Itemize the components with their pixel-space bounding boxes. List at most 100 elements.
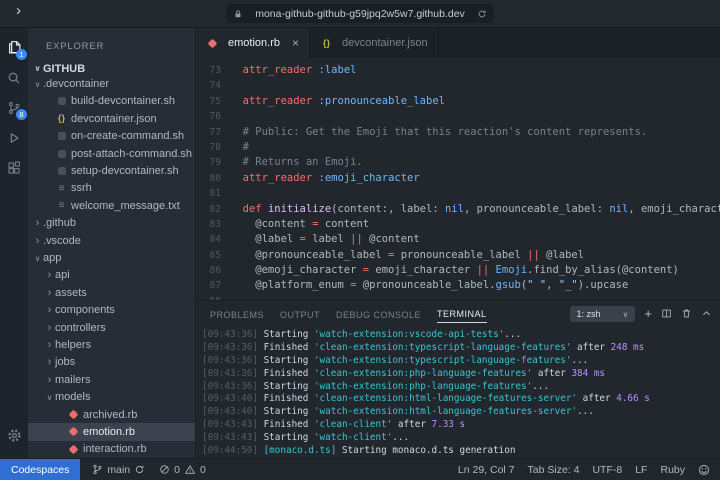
line-number: 73 [196, 63, 230, 78]
editor-column: emotion.rb {} devcontainer.json 73 attr_… [196, 28, 720, 458]
address-bar[interactable]: mona-github-github-g59jpq2w5w7.github.de… [226, 4, 494, 23]
repo-section-github[interactable]: ∨ GITHUB [28, 62, 195, 75]
tree-item-post-attach-command-sh[interactable]: post-attach-command.sh [28, 145, 195, 162]
code-line[interactable]: 82 def initialize(content:, label: nil, … [196, 202, 720, 217]
code-line[interactable]: 77 # Public: Get the Emoji that this rea… [196, 125, 720, 140]
json-file-icon: {} [55, 113, 68, 124]
tree-item-helpers[interactable]: ›helpers [28, 336, 195, 353]
cursor-position[interactable]: Ln 29, Col 7 [458, 464, 515, 476]
editor-tabbar: emotion.rb {} devcontainer.json [196, 28, 720, 58]
code-line[interactable]: 80 attr_reader :emoji_character [196, 171, 720, 186]
codespaces-remote-button[interactable]: Codespaces [0, 459, 80, 480]
terminal-line: [09:43:36] Starting 'watch-extension:vsc… [202, 329, 720, 342]
tree-item-controllers[interactable]: ›controllers [28, 319, 195, 336]
line-number: 78 [196, 140, 230, 155]
line-number: 82 [196, 202, 230, 217]
shell-file-icon [55, 132, 68, 140]
line-number: 79 [196, 155, 230, 170]
activity-extensions-icon[interactable] [0, 154, 28, 181]
terminal-shell-select[interactable]: 1: zsh [570, 306, 636, 322]
tree-item-models[interactable]: ∨models [28, 388, 195, 405]
chevron-down-icon: ∨ [44, 393, 55, 402]
chevron-down-icon: ∨ [32, 64, 43, 73]
code-line[interactable]: 79 # Returns an Emoji. [196, 155, 720, 170]
kill-terminal-icon[interactable] [681, 308, 692, 319]
tree-item-interaction-rb[interactable]: interaction.rb [28, 441, 195, 458]
tree-item-ssrh[interactable]: ≡ssrh [28, 180, 195, 197]
tree-item-devcontainer-json[interactable]: {}devcontainer.json [28, 110, 195, 127]
shell-shape [58, 132, 66, 140]
chevron-right-icon: › [44, 356, 55, 368]
terminal-output[interactable]: [09:43:36] Starting 'watch-extension:vsc… [196, 326, 720, 458]
code-line[interactable]: 81 [196, 186, 720, 201]
tree-item-jobs[interactable]: ›jobs [28, 354, 195, 371]
code-line[interactable]: 85 @pronounceable_label = pronounceable_… [196, 248, 720, 263]
code-line[interactable]: 78 # [196, 140, 720, 155]
tree-item-label: ssrh [71, 182, 92, 194]
code-line[interactable]: 83 @content = content [196, 217, 720, 232]
activity-search-icon[interactable] [0, 64, 28, 91]
activity-source-control-icon[interactable]: 8 [0, 94, 28, 121]
code-line[interactable]: 75 attr_reader :pronounceable_label [196, 94, 720, 109]
close-icon[interactable] [292, 36, 299, 50]
activity-settings-icon[interactable] [0, 422, 28, 449]
branch-indicator[interactable]: main [92, 464, 145, 476]
tree-item--github[interactable]: ›.github [28, 215, 195, 232]
tab-size[interactable]: Tab Size: 4 [528, 464, 580, 476]
terminal-line: [09:43:36] Starting 'watch-extension:php… [202, 381, 720, 394]
language-mode[interactable]: Ruby [660, 464, 685, 476]
tree-item-api[interactable]: ›api [28, 267, 195, 284]
panel-tab-debug-console[interactable]: DEBUG CONSOLE [336, 305, 421, 323]
panel-tab-problems[interactable]: PROBLEMS [210, 305, 264, 323]
panel-tab-output[interactable]: OUTPUT [280, 305, 320, 323]
chevron-down-icon [623, 309, 629, 319]
code-editor[interactable]: 73 attr_reader :label7475 attr_reader :p… [196, 58, 720, 300]
code-line[interactable]: 86 @emoji_character = emoji_character ||… [196, 263, 720, 278]
chevron-right-icon: › [44, 269, 55, 281]
tree-item-app[interactable]: ∨app [28, 249, 195, 266]
chevron-right-icon: › [44, 374, 55, 386]
branch-icon [92, 464, 103, 475]
code-line[interactable]: 73 attr_reader :label [196, 63, 720, 78]
tree-item--devcontainer[interactable]: ∨.devcontainer [28, 75, 195, 92]
browser-forward-icon[interactable]: › [16, 2, 21, 19]
tree-item-welcome-message-txt[interactable]: ≡welcome_message.txt [28, 197, 195, 214]
code-line[interactable]: 76 [196, 109, 720, 124]
code-line[interactable]: 87 @platform_enum = @pronounceable_label… [196, 278, 720, 293]
feedback-smiley-icon[interactable] [698, 464, 710, 476]
browser-topbar: › mona-github-github-g59jpq2w5w7.github.… [0, 0, 720, 28]
panel-header: PROBLEMS OUTPUT DEBUG CONSOLE TERMINAL 1… [196, 301, 720, 326]
reload-icon[interactable] [477, 9, 487, 19]
new-terminal-icon[interactable] [644, 306, 652, 321]
chevron-right-icon: › [44, 287, 55, 299]
maximize-panel-icon[interactable] [701, 308, 712, 319]
tree-item-components[interactable]: ›components [28, 301, 195, 318]
terminal-line: [09:43:36] Finished 'clean-extension:typ… [202, 342, 720, 355]
tree-item--vscode[interactable]: ›.vscode [28, 232, 195, 249]
tree-item-build-devcontainer-sh[interactable]: build-devcontainer.sh [28, 93, 195, 110]
problems-indicator[interactable]: 0 0 [159, 464, 206, 476]
tree-item-setup-devcontainer-sh[interactable]: setup-devcontainer.sh [28, 162, 195, 179]
code-line[interactable]: 84 @label = label || @content [196, 232, 720, 247]
split-terminal-icon[interactable] [661, 308, 672, 319]
code-line[interactable]: 74 [196, 78, 720, 93]
url-text[interactable]: mona-github-github-g59jpq2w5w7.github.de… [243, 8, 477, 20]
ruby-gem-shape [69, 427, 79, 437]
line-number: 85 [196, 248, 230, 263]
tree-item-emotion-rb[interactable]: emotion.rb [28, 423, 195, 440]
tree-item-mailers[interactable]: ›mailers [28, 371, 195, 388]
warning-icon [184, 464, 196, 475]
tree-item-on-create-command-sh[interactable]: on-create-command.sh [28, 128, 195, 145]
line-number: 81 [196, 186, 230, 201]
encoding[interactable]: UTF-8 [592, 464, 622, 476]
activity-explorer-icon[interactable]: 1 [0, 34, 28, 61]
tree-item-label: emotion.rb [83, 426, 135, 438]
line-number: 83 [196, 217, 230, 232]
panel-tab-terminal[interactable]: TERMINAL [437, 304, 487, 323]
eol-indicator[interactable]: LF [635, 464, 647, 476]
tab-emotion-rb[interactable]: emotion.rb [196, 28, 310, 58]
activity-run-debug-icon[interactable] [0, 124, 28, 151]
tab-devcontainer-json[interactable]: {} devcontainer.json [310, 28, 439, 58]
tree-item-archived-rb[interactable]: archived.rb [28, 406, 195, 423]
tree-item-assets[interactable]: ›assets [28, 284, 195, 301]
